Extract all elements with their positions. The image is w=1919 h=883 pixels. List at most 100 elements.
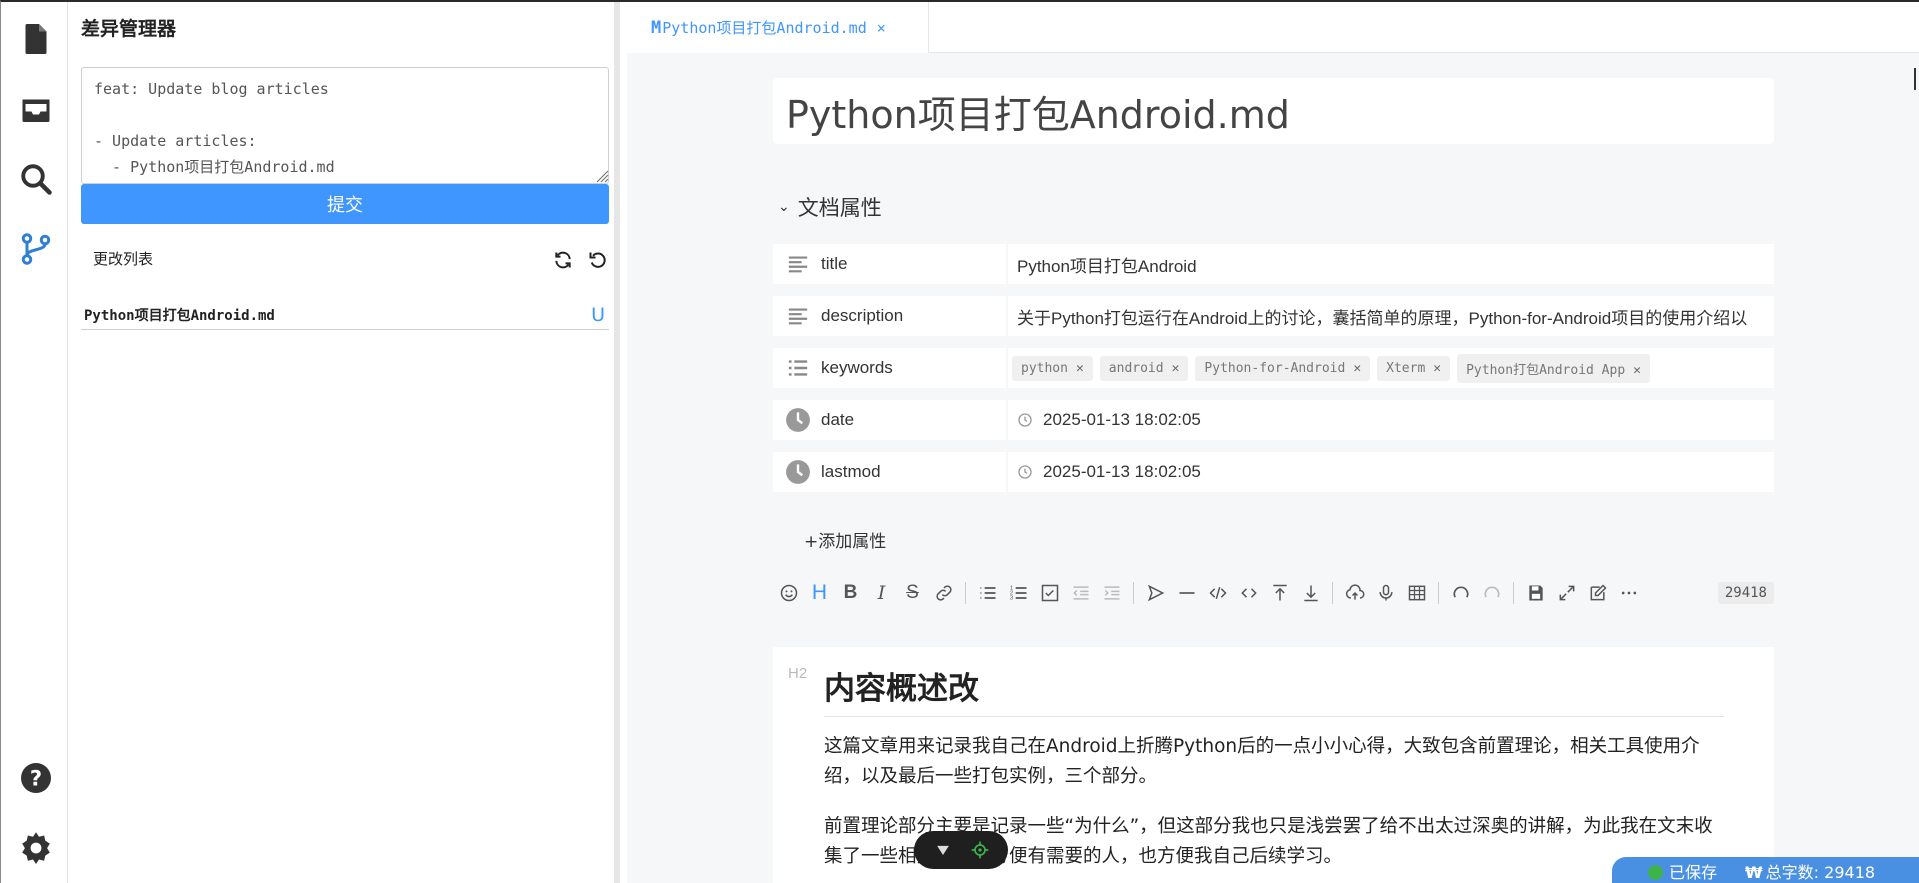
add-property-button[interactable]: +添加属性	[804, 527, 886, 552]
git-branch-icon[interactable]	[16, 229, 56, 269]
editor-toolbar: H B I S 123 29418	[773, 574, 1774, 612]
property-row-date: date 2025-01-13 18:02:05	[773, 400, 1774, 440]
refresh-icon[interactable]	[552, 249, 574, 271]
insert-before-icon[interactable]	[1264, 578, 1295, 608]
resize-grip-icon[interactable]	[595, 169, 609, 183]
close-icon: ✕	[1433, 360, 1442, 376]
file-status-badge: U	[591, 303, 605, 326]
fullscreen-icon[interactable]	[1551, 578, 1582, 608]
clock-icon	[785, 459, 811, 485]
keyword-tags: python ✕ android ✕ Python-for-Android ✕ Xte…	[1008, 348, 1774, 388]
doc-properties-toggle[interactable]: ⌄ 文档属性	[778, 192, 882, 222]
keyword-tag[interactable]: android ✕	[1099, 355, 1189, 381]
word-count-status: ₩ 总字数: 29418	[1745, 863, 1876, 882]
won-icon: ₩	[1745, 863, 1763, 882]
property-key: date	[821, 410, 855, 429]
file-icon[interactable]	[16, 19, 56, 59]
clock-icon	[1018, 465, 1032, 479]
search-icon[interactable]	[16, 159, 56, 199]
doc-properties-label: 文档属性	[797, 196, 882, 220]
property-key: keywords	[821, 358, 893, 377]
document: Python项目打包Android.md ⌄ 文档属性 title Python…	[773, 78, 1774, 883]
keyword-tag[interactable]: Xterm ✕	[1377, 355, 1451, 381]
close-icon: ✕	[1353, 360, 1362, 376]
tab-document[interactable]: M Python项目打包Android.md ×	[627, 2, 929, 53]
svg-text:?: ?	[30, 767, 42, 791]
outdent-icon[interactable]	[1065, 578, 1096, 608]
tab-bar: M Python项目打包Android.md ×	[627, 2, 1919, 53]
property-key: description	[821, 306, 904, 325]
word-count-badge: 29418	[1717, 582, 1774, 604]
property-row-lastmod: lastmod 2025-01-13 18:02:05	[773, 452, 1774, 492]
undo-icon[interactable]	[1445, 578, 1476, 608]
text-icon	[785, 303, 811, 329]
check-icon	[1648, 865, 1663, 880]
close-icon: ✕	[1633, 362, 1641, 378]
redo-icon[interactable]	[1476, 578, 1507, 608]
inbox-icon[interactable]	[16, 90, 56, 130]
text-icon	[785, 251, 811, 277]
emoji-icon[interactable]	[773, 578, 804, 608]
keyword-tag[interactable]: Python打包Android App ✕	[1457, 353, 1650, 383]
property-value[interactable]: 关于Python打包运行在Android上的讨论，囊括简单的原理，Python-…	[1008, 296, 1774, 336]
chevron-down-icon: ⌄	[778, 199, 790, 215]
content-paragraph[interactable]: 这篇文章用来记录我自己在Android上折腾Python后的一点小小心得，大致包…	[824, 732, 1724, 792]
checklist-icon[interactable]	[1034, 578, 1065, 608]
changed-file-row[interactable]: Python项目打包Android.md U	[81, 300, 609, 330]
changes-list-label: 更改列表	[93, 250, 154, 268]
clock-icon	[1018, 413, 1032, 427]
help-icon[interactable]: ?	[16, 758, 56, 798]
indent-icon[interactable]	[1096, 578, 1127, 608]
code-block-icon[interactable]	[1202, 578, 1233, 608]
upload-icon[interactable]	[1339, 578, 1370, 608]
property-value-date[interactable]: 2025-01-13 18:02:05	[1008, 400, 1774, 440]
more-icon[interactable]	[1613, 578, 1644, 608]
italic-icon[interactable]: I	[866, 578, 897, 608]
scrollbar-thumb[interactable]	[1914, 68, 1916, 90]
activity-bar: ?	[1, 2, 68, 883]
quote-icon[interactable]	[1140, 578, 1171, 608]
tab-close-icon[interactable]: ×	[877, 19, 886, 37]
bullet-list-icon[interactable]	[972, 578, 1003, 608]
edit-mode-icon[interactable]	[1582, 578, 1613, 608]
settings-icon[interactable]	[16, 828, 56, 868]
property-row-description: description 关于Python打包运行在Android上的讨论，囊括简…	[773, 296, 1774, 336]
svg-text:3: 3	[1009, 596, 1012, 602]
floating-toolbar	[914, 831, 1008, 869]
content-heading[interactable]: 内容概述改	[824, 663, 1724, 717]
clock-icon	[785, 407, 811, 433]
toolbar-divider	[1513, 582, 1514, 604]
insert-after-icon[interactable]	[1295, 578, 1326, 608]
diff-manager-panel: 差异管理器 feat: Update blog articles - Updat…	[68, 2, 620, 883]
inline-code-icon[interactable]	[1233, 578, 1264, 608]
commit-message-input[interactable]: feat: Update blog articles - Update arti…	[81, 67, 609, 184]
save-icon[interactable]	[1520, 578, 1551, 608]
strikethrough-icon[interactable]: S	[897, 578, 928, 608]
bold-icon[interactable]: B	[835, 578, 866, 608]
property-value[interactable]: Python项目打包Android	[1008, 244, 1774, 284]
toolbar-divider	[965, 582, 966, 604]
heading-icon[interactable]: H	[804, 578, 835, 608]
property-row-title: title Python项目打包Android	[773, 244, 1774, 284]
panel-title: 差异管理器	[81, 18, 177, 40]
ordered-list-icon[interactable]: 123	[1003, 578, 1034, 608]
link-icon[interactable]	[928, 578, 959, 608]
keyword-tag[interactable]: Python-for-Android ✕	[1195, 355, 1371, 381]
submit-button[interactable]: 提交	[81, 184, 609, 224]
close-icon: ✕	[1171, 360, 1180, 376]
editor-area: M Python项目打包Android.md × Python项目打包Andro…	[627, 2, 1919, 883]
toolbar-divider	[1133, 582, 1134, 604]
microphone-icon[interactable]	[1370, 578, 1401, 608]
chevron-down-icon[interactable]	[933, 840, 953, 860]
locate-icon[interactable]	[970, 840, 990, 860]
property-key: title	[821, 254, 848, 273]
toolbar-divider	[1438, 582, 1439, 604]
keyword-tag[interactable]: python ✕	[1012, 355, 1093, 381]
table-icon[interactable]	[1401, 578, 1432, 608]
property-value-lastmod[interactable]: 2025-01-13 18:02:05	[1008, 452, 1774, 492]
undo-icon[interactable]	[587, 249, 609, 271]
modified-marker: M	[651, 17, 662, 38]
horizontal-rule-icon[interactable]	[1171, 578, 1202, 608]
list-icon	[785, 355, 811, 381]
document-title[interactable]: Python项目打包Android.md	[773, 78, 1774, 144]
